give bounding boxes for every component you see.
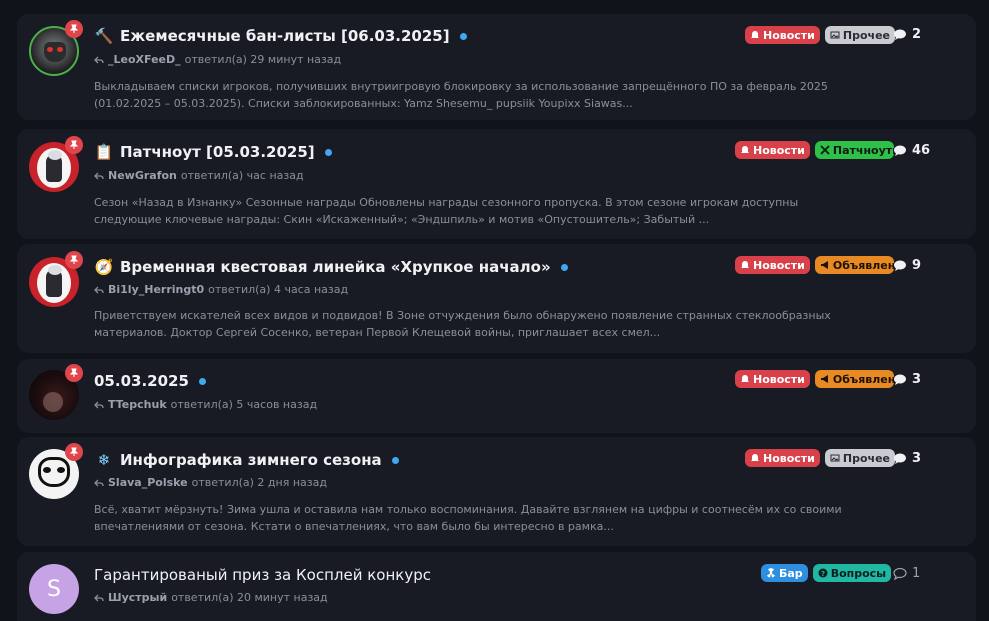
megaphone-icon: [820, 375, 828, 383]
unread-indicator: [198, 377, 206, 385]
tag-news[interactable]: Новости: [745, 26, 820, 44]
comment-icon: [894, 29, 906, 40]
unread-indicator: [560, 263, 568, 271]
topic-meta: _LeoXFeeD_ ответил(а) 29 минут назад: [94, 53, 341, 66]
pin-icon: [65, 251, 83, 269]
topic-meta: Slava_Polske ответил(а) 2 дня назад: [94, 476, 327, 489]
tag-news[interactable]: Новости: [735, 141, 810, 159]
reply-count: 3: [893, 372, 921, 387]
last-reply-user[interactable]: Slava_Polske: [108, 476, 188, 489]
bell-icon: [751, 454, 759, 462]
pin-icon: [65, 443, 83, 461]
topic-title[interactable]: Гарантированый приз за Косплей конкурс: [94, 566, 431, 584]
unread-indicator: [391, 456, 399, 464]
last-reply-user[interactable]: _LeoXFeeD_: [108, 53, 181, 66]
last-reply-time: ответил(а) 5 часов назад: [170, 398, 318, 411]
tag-news[interactable]: Новости: [735, 370, 810, 388]
tag-news[interactable]: Новости: [735, 256, 810, 274]
bell-icon: [741, 375, 749, 383]
tag-announcements[interactable]: Объявления: [814, 256, 894, 274]
avatar-letter: S: [47, 576, 61, 602]
last-reply-user[interactable]: TTepchuk: [108, 398, 167, 411]
topic-card[interactable]: 📋 Патчноут [05.03.2025] NewGrafon ответи…: [17, 129, 976, 239]
bell-icon: [751, 31, 759, 39]
topic-excerpt: Выкладываем списки игроков, получивших в…: [94, 80, 828, 110]
avatar[interactable]: [29, 251, 83, 307]
last-reply-time: ответил(а) 2 дня назад: [191, 476, 327, 489]
topic-title[interactable]: Временная квестовая линейка «Хрупкое нач…: [120, 258, 551, 276]
topic-excerpt: Всё, хватит мёрзнуть! Зима ушла и остави…: [94, 503, 842, 533]
reply-count: 1: [893, 566, 920, 581]
last-reply-user[interactable]: Bi1ly_Herringt0: [108, 283, 204, 296]
snowflake-icon: ❄: [97, 451, 111, 469]
last-reply-user[interactable]: NewGrafon: [108, 169, 177, 182]
tools-icon: [820, 145, 830, 155]
unread-indicator: [459, 32, 467, 40]
question-icon: ?: [818, 568, 828, 578]
reply-count: 2: [893, 27, 921, 42]
topic-card[interactable]: 🧭 Временная квестовая линейка «Хрупкое н…: [17, 244, 976, 353]
tag-announcements[interactable]: Объявления: [814, 370, 894, 388]
last-reply-time: ответил(а) 29 минут назад: [184, 53, 342, 66]
tag-patchnotes[interactable]: Патчноуты: [814, 141, 894, 159]
avatar[interactable]: [29, 364, 83, 420]
comment-icon: [894, 260, 906, 271]
megaphone-icon: [820, 261, 828, 269]
topic-title[interactable]: 05.03.2025: [94, 372, 189, 390]
pin-icon: [65, 136, 83, 154]
radiation-icon: [767, 568, 775, 578]
topic-meta: TTepchuk ответил(а) 5 часов назад: [94, 398, 317, 411]
last-reply-time: ответил(а) 4 часа назад: [208, 283, 349, 296]
last-reply-time: ответил(а) час назад: [180, 169, 304, 182]
avatar[interactable]: [29, 20, 83, 76]
comment-icon: [894, 453, 906, 464]
tag-bar[interactable]: Бар: [761, 564, 808, 582]
pin-icon: [65, 364, 83, 382]
topic-card[interactable]: 05.03.2025 TTepchuk ответил(а) 5 часов н…: [17, 359, 976, 433]
svg-text:?: ?: [821, 570, 825, 578]
reply-icon: [94, 401, 104, 408]
last-reply-time: ответил(а) 20 минут назад: [171, 591, 328, 604]
topic-card[interactable]: ❄ Инфографика зимнего сезона Slava_Polsk…: [17, 437, 976, 546]
compass-icon: 🧭: [94, 258, 114, 276]
topic-meta: Шустрый ответил(а) 20 минут назад: [94, 591, 328, 604]
topic-title[interactable]: Патчноут [05.03.2025]: [120, 143, 315, 161]
last-reply-user[interactable]: Шустрый: [108, 591, 167, 604]
topic-card[interactable]: S Гарантированый приз за Косплей конкурс…: [17, 552, 976, 621]
comment-icon: [894, 145, 906, 156]
reply-icon: [94, 479, 104, 486]
reply-icon: [94, 56, 104, 63]
reply-icon: [94, 594, 104, 601]
pin-icon: [65, 20, 83, 38]
avatar[interactable]: [29, 136, 83, 192]
tag-other[interactable]: Прочее: [824, 26, 896, 44]
tag-news[interactable]: Новости: [745, 449, 820, 467]
reply-count: 9: [893, 258, 921, 273]
topic-meta: Bi1ly_Herringt0 ответил(а) 4 часа назад: [94, 283, 348, 296]
reply-icon: [94, 172, 104, 179]
topic-meta: NewGrafon ответил(а) час назад: [94, 169, 304, 182]
reply-count: 3: [893, 451, 921, 466]
clipboard-icon: 📋: [94, 143, 114, 161]
comment-icon: [893, 567, 907, 580]
image-icon: [830, 31, 840, 39]
topic-excerpt: Сезон «Назад в Изнанку» Сезонные награды…: [94, 196, 799, 226]
hammer-icon: 🔨: [94, 27, 114, 45]
topic-title[interactable]: Инфографика зимнего сезона: [120, 451, 382, 469]
bell-icon: [741, 261, 749, 269]
topic-excerpt: Приветствуем искателей всех видов и подв…: [94, 309, 831, 339]
avatar[interactable]: S: [29, 564, 79, 614]
bell-icon: [741, 146, 749, 154]
topic-card[interactable]: 🔨 Ежемесячные бан-листы [06.03.2025] _Le…: [17, 14, 976, 120]
avatar[interactable]: [29, 443, 83, 499]
reply-count: 46: [893, 143, 930, 158]
unread-indicator: [324, 148, 332, 156]
tag-other[interactable]: Прочее: [824, 449, 896, 467]
tag-questions[interactable]: ? Вопросы: [812, 564, 892, 582]
reply-icon: [94, 286, 104, 293]
comment-icon: [894, 374, 906, 385]
image-icon: [830, 454, 840, 462]
topic-title[interactable]: Ежемесячные бан-листы [06.03.2025]: [120, 27, 450, 45]
